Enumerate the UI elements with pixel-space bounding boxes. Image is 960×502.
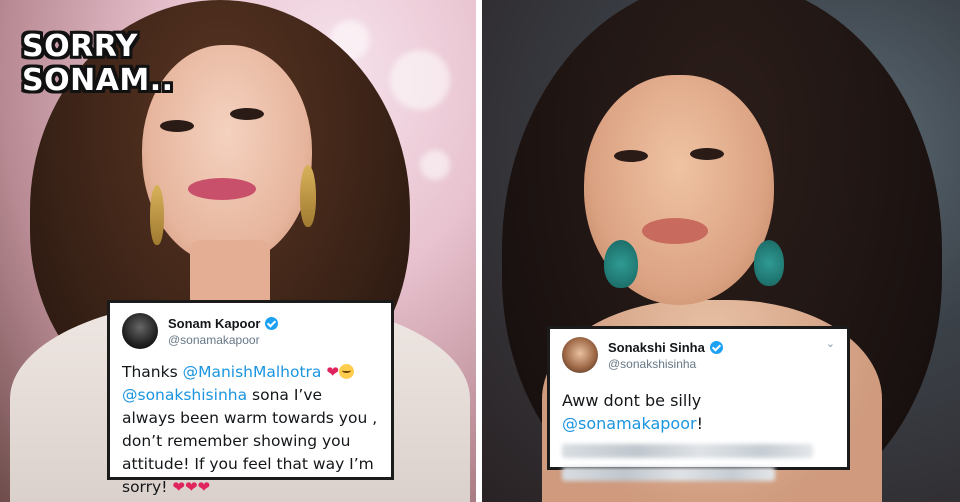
eye <box>160 120 194 132</box>
eye <box>230 108 264 120</box>
eye <box>614 150 648 162</box>
tweet-card-sonakshi: Sonakshi Sinha @sonakshisinha ⌄ Aww dont… <box>547 326 850 481</box>
lips <box>642 218 708 244</box>
heart-icon: ❤ <box>172 478 185 496</box>
caption-line-1: SORRY <box>22 29 138 64</box>
mention-link[interactable]: @sonakshisinha <box>122 386 247 404</box>
earring <box>300 165 316 227</box>
bokeh-light <box>390 50 450 110</box>
smile-emoji-icon <box>338 364 354 379</box>
author-handle[interactable]: @sonakshisinha <box>608 357 723 371</box>
avatar[interactable] <box>122 313 158 349</box>
tweet-text-intro: Aww dont be silly <box>562 391 702 410</box>
author-display-name: Sonam Kapoor <box>168 315 261 331</box>
avatar[interactable] <box>562 337 598 373</box>
tweet-card-sonam: Sonam Kapoor @sonamakapoor Thanks @Manis… <box>107 300 394 496</box>
earring <box>754 240 784 286</box>
eye <box>690 148 724 160</box>
tweet-text-end: ! <box>696 414 703 433</box>
earring <box>604 240 638 288</box>
heart-icon: ❤ <box>326 363 339 381</box>
blurred-text <box>562 444 814 458</box>
author-name[interactable]: Sonakshi Sinha <box>608 340 723 355</box>
heart-icon: ❤ <box>197 478 211 496</box>
mention-link[interactable]: @sonamakapoor <box>562 414 697 433</box>
mention-link[interactable]: @ManishMalhotra <box>183 363 322 381</box>
tweet-author: Sonam Kapoor @sonamakapoor <box>168 315 279 347</box>
tweet-text: Thanks @ManishMalhotra ❤ @sonakshisinha … <box>122 361 379 499</box>
verified-icon <box>709 340 723 354</box>
tweet-text-intro: Thanks <box>122 363 183 381</box>
sorry-caption: SORRY SONAM.. <box>22 30 174 98</box>
author-name[interactable]: Sonam Kapoor <box>168 315 279 331</box>
tweet-header: Sonakshi Sinha @sonakshisinha ⌄ <box>562 337 835 373</box>
tweet-author: Sonakshi Sinha @sonakshisinha <box>608 340 723 371</box>
verified-icon <box>265 316 279 330</box>
blurred-text <box>562 467 775 481</box>
author-display-name: Sonakshi Sinha <box>608 339 705 355</box>
chevron-down-icon[interactable]: ⌄ <box>826 337 835 350</box>
tweet-header: Sonam Kapoor @sonamakapoor <box>122 313 379 349</box>
author-handle[interactable]: @sonamakapoor <box>168 333 278 347</box>
heart-icon: ❤ <box>184 478 198 496</box>
lips <box>188 178 256 200</box>
earring <box>150 185 164 245</box>
caption-line-2: SONAM.. <box>22 63 174 98</box>
bokeh-light <box>420 150 450 180</box>
tweet-text: Aww dont be silly @sonamakapoor! <box>562 389 835 435</box>
